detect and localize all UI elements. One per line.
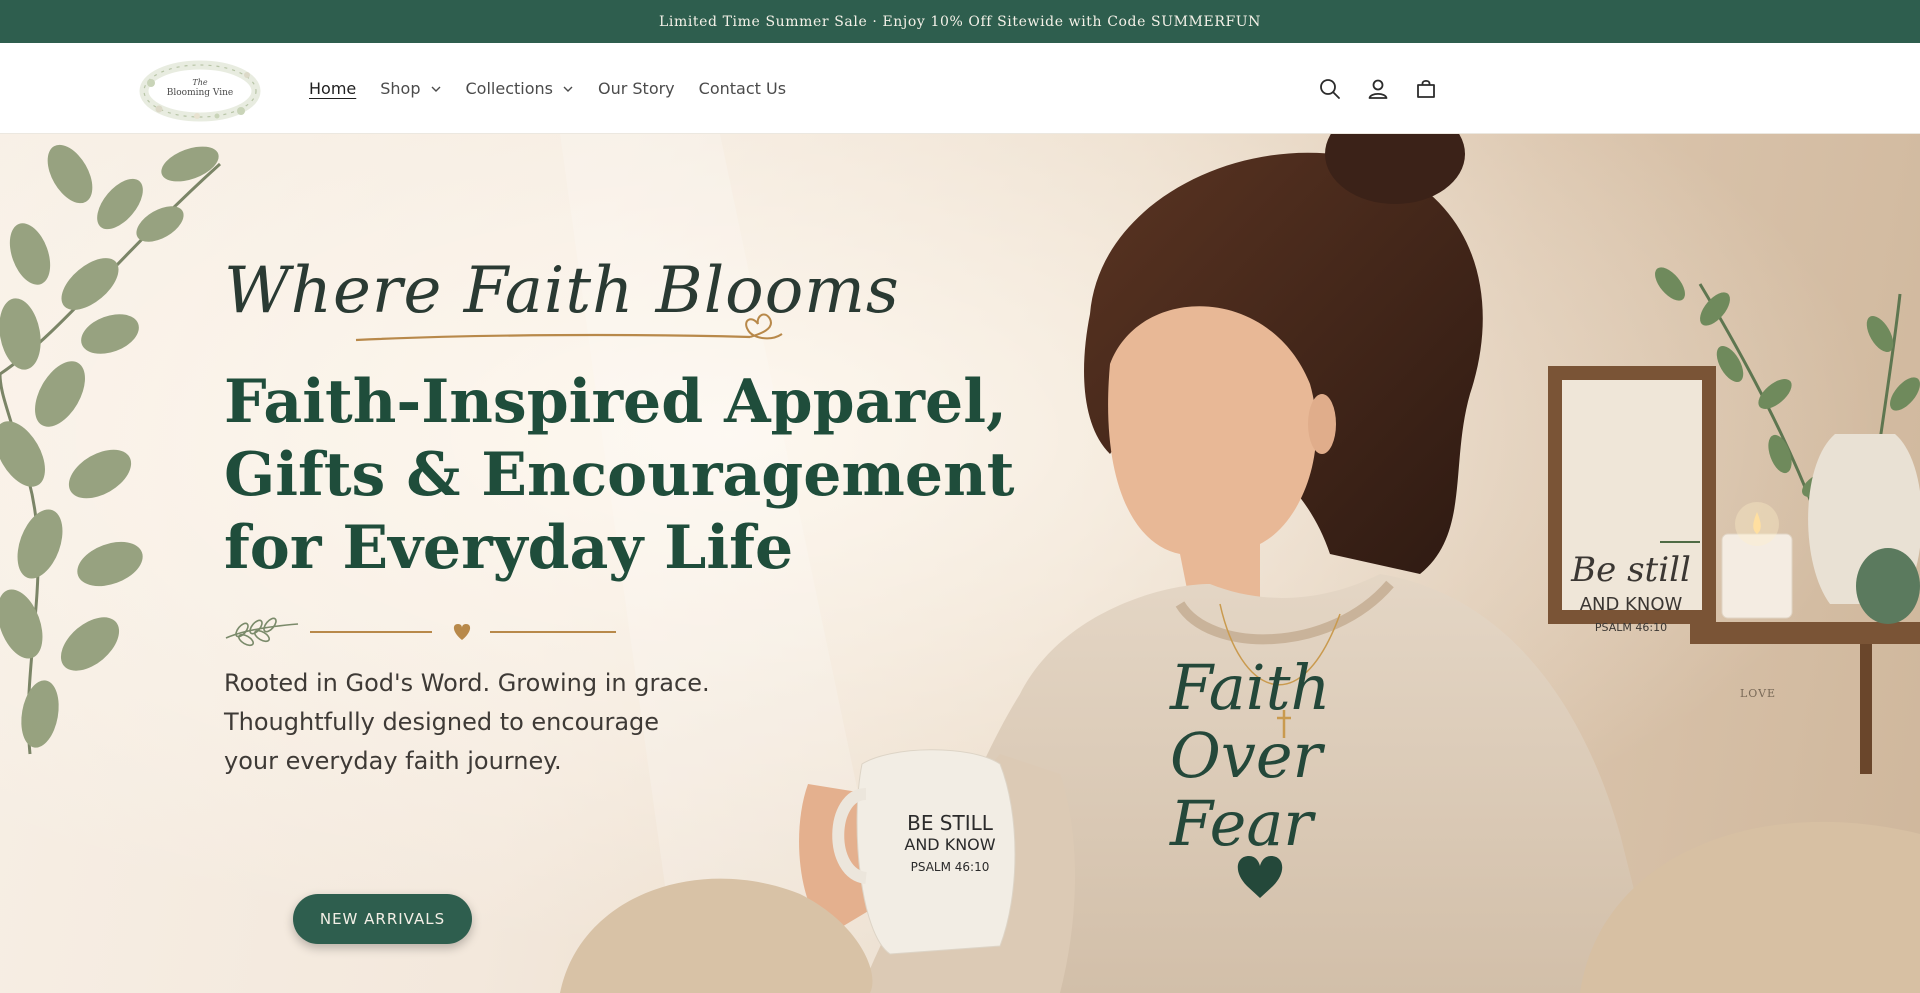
nav-item-shop[interactable]: Shop [368, 69, 453, 109]
logo-line-1: The [192, 78, 208, 87]
nav-item-collections[interactable]: Collections [454, 69, 586, 109]
frame-line: Be still [1571, 550, 1691, 590]
logo-line-2: Blooming Vine [166, 88, 234, 98]
sweatshirt-line: Over [1170, 719, 1323, 792]
announcement-bar: Limited Time Summer Sale · Enjoy 10% Off… [0, 0, 1920, 43]
site-header: The Blooming Vine Home Shop Collections … [0, 43, 1920, 134]
header-icons [1306, 43, 1450, 134]
nav-label: Our Story [597, 79, 675, 98]
search-icon[interactable] [1306, 65, 1354, 113]
mug-line: BE STILL [907, 811, 993, 835]
sweatshirt-line: Faith [1170, 651, 1331, 724]
hero-script-title: Where Faith Blooms [224, 254, 900, 328]
headline-line: Gifts & Encouragement [224, 440, 1015, 510]
subtext-line: your everyday faith journey. [224, 747, 562, 775]
nav-label: Collections [465, 79, 553, 98]
mug-print: BE STILL AND KNOW PSALM 46:10 [893, 812, 1007, 876]
main-nav: Home Shop Collections Our Story Contact … [297, 43, 798, 134]
logo-text: The Blooming Vine [137, 77, 263, 99]
nav-item-our-story[interactable]: Our Story [586, 69, 687, 109]
mug-line: PSALM 46:10 [910, 860, 990, 874]
subtext-line: Thoughtfully designed to encourage [224, 708, 660, 736]
subtext-line: Rooted in God's Word. Growing in grace. [224, 669, 710, 697]
chevron-down-icon [562, 83, 574, 95]
heart-icon [453, 624, 471, 640]
nav-label: Shop [380, 79, 421, 98]
chevron-down-icon [430, 83, 442, 95]
hero-banner: Where Faith Blooms Faith-Inspired Appare… [0, 134, 1920, 993]
sweatshirt-line: Fear [1170, 787, 1313, 860]
frame-line: PSALM 46:10 [1594, 621, 1668, 634]
laurel-icon [225, 617, 299, 647]
nav-label: Contact Us [698, 79, 787, 98]
headline-line: Faith-Inspired Apparel, [224, 367, 1007, 437]
nav-item-contact-us[interactable]: Contact Us [687, 69, 798, 109]
sweatshirt-print: Faith Over Fear [1170, 654, 1370, 858]
cart-icon[interactable] [1402, 65, 1450, 113]
frame-line: AND KNOW [1579, 594, 1683, 615]
announcement-text: Limited Time Summer Sale · Enjoy 10% Off… [658, 13, 1262, 30]
nav-item-home[interactable]: Home [297, 69, 368, 109]
mug-line: AND KNOW [904, 835, 996, 854]
candle-label: LOVE [1739, 687, 1777, 700]
hero-headline: Faith-Inspired Apparel, Gifts & Encourag… [224, 366, 1015, 585]
logo[interactable]: The Blooming Vine [137, 53, 263, 125]
account-icon[interactable] [1354, 65, 1402, 113]
frame-print: Be still AND KNOW PSALM 46:10 [1568, 552, 1694, 636]
hero-subtext: Rooted in God's Word. Growing in grace. … [224, 664, 744, 781]
ornament-divider [224, 614, 624, 654]
nav-label: Home [309, 79, 357, 98]
headline-line: for Everyday Life [224, 513, 794, 583]
new-arrivals-button[interactable]: NEW ARRIVALS [293, 894, 472, 944]
